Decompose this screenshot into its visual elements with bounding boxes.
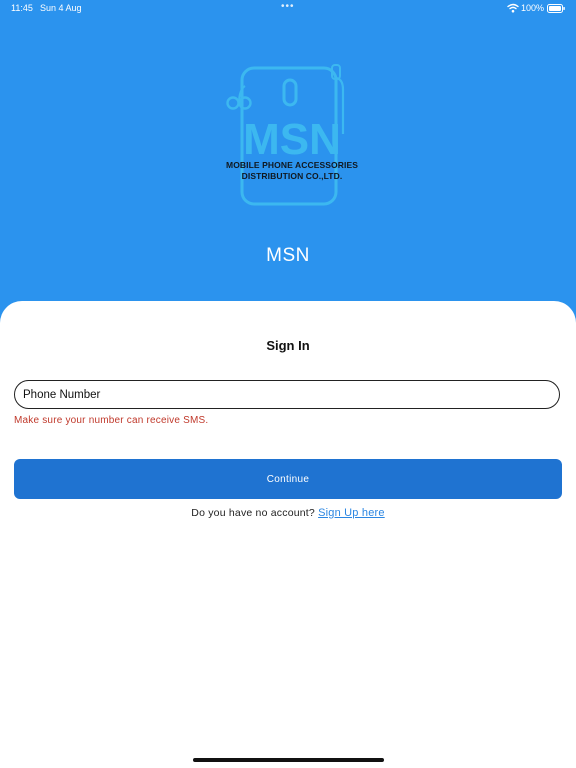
home-indicator[interactable] <box>193 758 384 762</box>
wifi-icon <box>507 3 519 13</box>
battery-icon <box>547 4 565 13</box>
msn-logo: MSN MOBILE PHONE ACCESSORIES DISTRIBUTIO… <box>221 60 363 208</box>
sign-in-sheet: Sign In Make sure your number can receiv… <box>0 301 576 768</box>
multitasking-dots[interactable]: ••• <box>281 1 295 12</box>
signup-prompt: Do you have no account? Sign Up here <box>0 507 576 519</box>
phone-outline-icon: MSN <box>226 64 345 206</box>
sign-up-link[interactable]: Sign Up here <box>318 507 385 519</box>
battery-percent: 100% <box>521 3 545 13</box>
status-time: 11:45 <box>11 3 33 13</box>
phone-number-input[interactable] <box>14 380 560 409</box>
sign-in-title: Sign In <box>266 338 310 353</box>
logo-brand-text: MSN <box>243 115 341 164</box>
status-bar: 11:45 Sun 4 Aug ••• 100% <box>0 0 576 16</box>
no-account-text: Do you have no account? <box>191 507 315 519</box>
app-title: MSN <box>266 245 310 266</box>
logo-tagline-1: MOBILE PHONE ACCESSORIES <box>226 160 358 170</box>
logo-tagline-2: DISTRIBUTION CO.,LTD. <box>241 171 343 181</box>
continue-button[interactable]: Continue <box>14 459 562 499</box>
sms-helper-text: Make sure your number can receive SMS. <box>14 415 209 426</box>
status-date: Sun 4 Aug <box>40 3 82 13</box>
